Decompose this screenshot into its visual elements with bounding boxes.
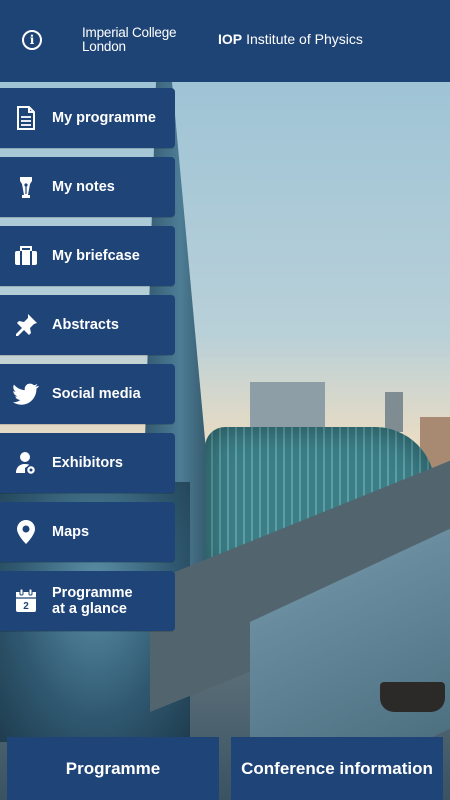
briefcase-icon bbox=[0, 246, 52, 266]
map-pin-icon bbox=[0, 519, 52, 545]
calendar-icon: 2 bbox=[0, 589, 52, 613]
menu-item-maps[interactable]: Maps bbox=[0, 502, 175, 562]
imperial-logo-line2: London bbox=[82, 39, 126, 54]
menu-item-social-media[interactable]: Social media bbox=[0, 364, 175, 424]
imperial-logo-line1: Imperial College bbox=[82, 25, 177, 40]
imperial-college-logo: Imperial College London bbox=[82, 25, 177, 54]
menu-item-programme-at-a-glance[interactable]: 2 Programme at a glance bbox=[0, 571, 175, 631]
app-header: i Imperial College London IOP Institute o… bbox=[0, 0, 450, 82]
pushpin-icon bbox=[0, 313, 52, 337]
menu-item-label: Social media bbox=[52, 386, 141, 402]
menu-item-exhibitors[interactable]: Exhibitors bbox=[0, 433, 175, 493]
exhibitor-person-icon bbox=[0, 451, 52, 475]
menu-item-label: My briefcase bbox=[52, 248, 140, 264]
calendar-day-number: 2 bbox=[23, 601, 29, 612]
programme-button[interactable]: Programme bbox=[7, 737, 219, 800]
info-icon[interactable]: i bbox=[22, 30, 42, 50]
menu-item-my-programme[interactable]: My programme bbox=[0, 88, 175, 148]
conference-information-button[interactable]: Conference information bbox=[231, 737, 443, 800]
distant-building bbox=[250, 382, 325, 432]
menu-item-label: Exhibitors bbox=[52, 455, 123, 471]
pen-nib-icon bbox=[0, 175, 52, 199]
distant-building bbox=[385, 392, 403, 432]
moored-boat bbox=[380, 682, 445, 712]
menu-item-label: Abstracts bbox=[52, 317, 119, 333]
menu-item-label: My programme bbox=[52, 110, 156, 126]
menu-item-abstracts[interactable]: Abstracts bbox=[0, 295, 175, 355]
twitter-bird-icon bbox=[0, 383, 52, 405]
document-icon bbox=[0, 106, 52, 130]
iop-name: Institute of Physics bbox=[246, 31, 363, 47]
menu-item-my-notes[interactable]: My notes bbox=[0, 157, 175, 217]
bottom-bar: Programme Conference information bbox=[0, 737, 450, 800]
iop-abbreviation: IOP bbox=[218, 31, 243, 47]
menu-item-label: My notes bbox=[52, 179, 115, 195]
menu-item-label: Programme at a glance bbox=[52, 585, 133, 617]
menu-item-label: Maps bbox=[52, 524, 90, 540]
iop-logo: IOP Institute of Physics bbox=[218, 31, 363, 47]
menu-item-my-briefcase[interactable]: My briefcase bbox=[0, 226, 175, 286]
